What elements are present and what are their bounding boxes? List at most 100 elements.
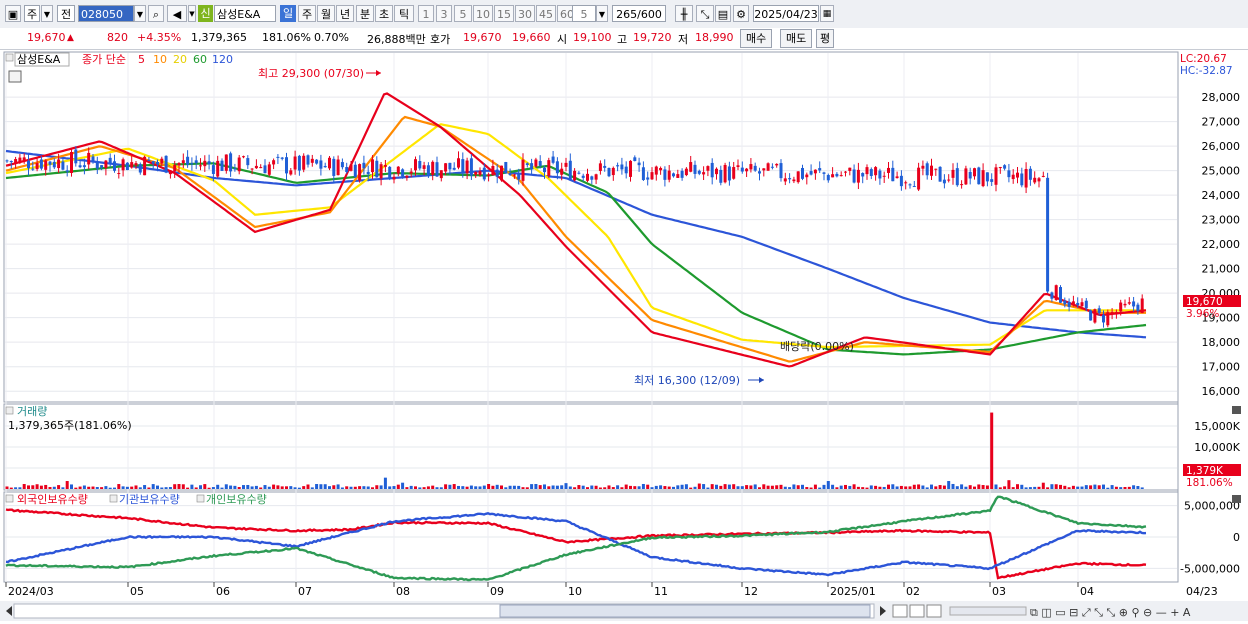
zoom-slider[interactable] [949,606,1027,616]
candle-body [1097,308,1101,313]
volume-bar [968,485,972,489]
tab-tick[interactable]: 틱 [394,5,414,22]
volume-bar [1050,484,1054,489]
candle-body [173,164,177,172]
volume-bar [702,484,706,489]
tool-icons[interactable]: ⧉ ◫ ▭ ⊟ ⤢ ⤡ ⤡ ⊕ ⚲ ⊖ — + A [1030,606,1191,619]
stock-chart[interactable]: 16,00017,00018,00019,00020,00021,00022,0… [0,51,1248,621]
volume-bar [246,484,250,489]
interval-1[interactable]: 1 [418,5,434,22]
chevron-down-icon[interactable]: ▼ [41,5,53,22]
interval-10[interactable]: 10 [473,5,493,22]
candle-body [474,171,478,175]
search-icon[interactable]: ⌕ [148,5,164,22]
interval-15[interactable]: 15 [494,5,514,22]
hc-label: HC:-32.87 [1180,65,1233,77]
candle-body [452,167,456,170]
volume-bar [1123,486,1127,489]
tab-year[interactable]: 년 [336,5,354,22]
volume-bar [783,486,787,489]
candle-body [573,170,577,181]
close-icon[interactable] [1232,495,1241,503]
volume-bar [44,484,48,489]
stop-icon[interactable] [909,604,925,618]
tab-day[interactable]: 일 [280,5,296,22]
speaker-icon[interactable]: ◀ [167,5,187,22]
candle-body [1007,170,1011,178]
current-price: 19,670 [27,31,66,44]
window-icon[interactable]: ▣ [5,5,21,22]
volume-bar [620,487,624,489]
interval-3[interactable]: 3 [436,5,452,22]
candle-body [211,165,215,174]
scrollbar-thumb[interactable] [499,604,871,618]
prev-button[interactable]: 전 [57,5,75,22]
volume-bar [693,486,697,489]
candle-body [1024,169,1028,188]
volume-bar [977,484,981,489]
volume-bar [990,412,994,489]
candle-body [297,155,301,171]
tab-second[interactable]: 초 [375,5,393,22]
volume-bar [1011,487,1015,489]
candle-body [130,162,134,168]
tab-month[interactable]: 월 [317,5,335,22]
candle-body [418,161,422,169]
flat-button[interactable]: 평 [816,29,835,48]
buy-button[interactable]: 매수 [740,29,773,48]
interval-30[interactable]: 30 [515,5,535,22]
ma20-legend: 20 [173,53,187,66]
volume-bar [663,486,667,489]
save-icon[interactable]: ▤ [715,5,731,22]
bar-count-field[interactable]: 265/600 [612,5,666,22]
candle-icon[interactable]: ╫ [675,5,693,22]
candle-body [654,166,658,175]
volume-bar [809,487,813,489]
volume-bar [904,486,908,489]
close-icon[interactable] [1232,406,1241,414]
volume-bar [629,485,632,489]
rewind-icon[interactable] [892,604,908,618]
candle-body [461,159,465,173]
volume-bar [340,487,344,489]
calendar-icon[interactable]: ▦ [820,5,834,22]
candle-body [947,179,951,181]
volume-bar [461,486,465,489]
tab-minute[interactable]: 분 [356,5,374,22]
candle-body [934,168,938,170]
up-arrow-icon: ▲ [67,33,74,43]
chevron-down-icon[interactable]: ▼ [188,5,196,22]
candle-body [229,153,233,172]
volume-bar [383,477,387,489]
forward-icon[interactable] [926,604,942,618]
low-price: 18,990 [695,31,734,44]
date-field[interactable]: 2025/04/23 [753,5,819,22]
stock-code-input[interactable]: 028050 [78,5,134,22]
chevron-down-icon[interactable]: ▼ [596,5,608,22]
volume-info: 1,379,365주(181.06%) [8,419,132,432]
tools-icon[interactable]: ⤡ [696,5,714,22]
volume-bar [930,484,933,489]
change-percent: +4.35% [137,31,182,44]
gear-icon[interactable]: ⚙ [733,5,749,22]
volume-bar [882,486,886,489]
panel-bullet-icon [196,494,205,503]
interval-5[interactable]: 5 [454,5,472,22]
candle-body [564,162,568,167]
candle-body [831,174,835,178]
stock-name-field[interactable]: 삼성E&A [214,5,276,22]
period-type-select[interactable]: 주 [24,5,40,22]
volume-bar [1063,485,1067,489]
interval-value-input[interactable]: 5 [572,5,596,22]
volume-bar [130,486,134,489]
candle-body [302,155,306,170]
sell-button[interactable]: 매도 [780,29,813,48]
candle-body [848,167,852,171]
tab-week[interactable]: 주 [298,5,316,22]
table-icon[interactable] [8,70,22,83]
volume-bar [315,484,319,489]
candle-body [938,166,942,182]
volume-bar [207,487,211,489]
interval-45[interactable]: 45 [536,5,556,22]
chevron-down-icon[interactable]: ▼ [134,5,146,22]
